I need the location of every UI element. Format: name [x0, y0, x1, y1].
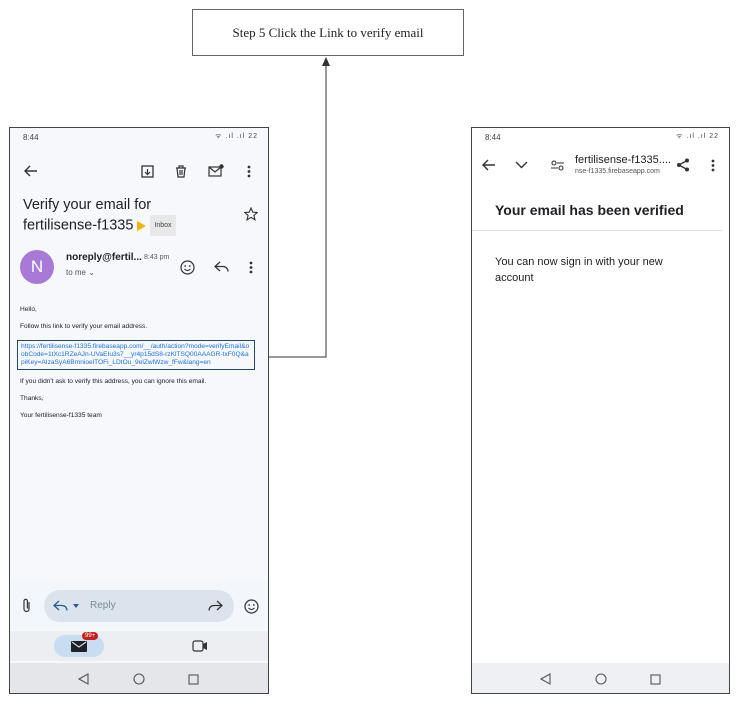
- body-greeting: Hello,: [20, 306, 37, 313]
- reply-mode-icon[interactable]: [52, 599, 82, 613]
- body-thanks: Thanks,: [20, 395, 44, 402]
- nav-recents-icon[interactable]: [648, 672, 662, 686]
- page-title[interactable]: fertilisense-f1335....: [575, 154, 671, 166]
- nav-recents-icon[interactable]: [186, 672, 200, 686]
- reply-placeholder: Reply: [90, 600, 116, 611]
- archive-icon[interactable]: [138, 162, 156, 180]
- mark-unread-icon[interactable]: [206, 161, 226, 179]
- reply-icon[interactable]: [212, 258, 230, 276]
- verification-message: You can now sign in with your new accoun…: [495, 256, 663, 284]
- back-arrow-icon[interactable]: [22, 162, 40, 180]
- importance-marker-icon: [137, 220, 147, 231]
- subject-line-1: Verify your email for: [23, 197, 152, 213]
- browser-phone-screen: 8:44 ᯤ .ıl .ıl 22 fertilisense-f1335....…: [471, 127, 730, 694]
- heading-divider: [472, 230, 722, 231]
- status-time: 8:44: [23, 133, 39, 142]
- star-icon[interactable]: [242, 205, 260, 223]
- status-system-icons: ᯤ .ıl .ıl 22: [676, 133, 719, 140]
- emoji-reaction-icon[interactable]: [178, 258, 196, 276]
- subject-line-2: fertilisense-f1335: [23, 217, 134, 234]
- gmail-phone-screen: 8:44 ᯤ .ıl .ıl 22 Verify your email for …: [9, 127, 269, 694]
- meet-video-icon[interactable]: [190, 638, 210, 654]
- mail-icon: [70, 639, 88, 653]
- email-subject: Verify your email for fertilisense-f1335…: [23, 196, 176, 236]
- body-instruction: Follow this link to verify your email ad…: [20, 323, 148, 330]
- body-signature: Your fertilisense-f1335 team: [20, 412, 102, 419]
- unread-count-badge: 99+: [82, 632, 99, 640]
- emoji-icon[interactable]: [242, 597, 260, 615]
- email-body: Hello, Follow this link to verify your e…: [17, 306, 260, 429]
- forward-icon[interactable]: [206, 598, 224, 614]
- verification-link[interactable]: https://fertilisense-f1335.firebaseapp.c…: [21, 343, 249, 366]
- message-more-icon[interactable]: [244, 258, 258, 276]
- bottom-navigation: 99+: [10, 631, 268, 661]
- status-bar: 8:44 ᯤ .ıl .ıl 22: [10, 128, 268, 146]
- verification-heading: Your email has been verified: [495, 202, 684, 218]
- site-settings-icon[interactable]: [549, 157, 565, 173]
- page-url: nse-f1335.firebaseapp.com: [575, 168, 660, 175]
- sender-name[interactable]: noreply@fertil...: [66, 252, 142, 263]
- back-arrow-icon[interactable]: [480, 156, 498, 174]
- status-time: 8:44: [485, 133, 501, 142]
- share-icon[interactable]: [674, 156, 692, 174]
- attachment-icon[interactable]: [18, 596, 34, 614]
- nav-home-icon[interactable]: [132, 672, 146, 686]
- status-system-icons: ᯤ .ıl .ıl 22: [215, 133, 258, 140]
- system-navigation-bar: [472, 663, 729, 693]
- nav-back-icon[interactable]: [538, 672, 552, 686]
- status-bar: 8:44 ᯤ .ıl .ıl 22: [472, 128, 729, 146]
- sent-time: 8:43 pm: [144, 254, 170, 261]
- more-options-icon[interactable]: [242, 162, 256, 180]
- verification-link-highlight: https://fertilisense-f1335.firebaseapp.c…: [17, 340, 255, 370]
- collapse-chevron-icon[interactable]: [512, 156, 530, 174]
- inbox-label[interactable]: Inbox: [150, 215, 176, 236]
- system-navigation-bar: [10, 663, 268, 693]
- avatar-letter: N: [30, 257, 44, 276]
- sender-avatar[interactable]: N: [20, 250, 54, 284]
- nav-back-icon[interactable]: [76, 672, 90, 686]
- to-me-label: to me: [66, 268, 87, 277]
- nav-home-icon[interactable]: [594, 672, 608, 686]
- recipient-details[interactable]: to me ⌄: [66, 268, 95, 277]
- more-options-icon[interactable]: [706, 156, 720, 174]
- body-ignore-note: If you didn't ask to verify this address…: [20, 378, 207, 385]
- reply-bar: Reply: [10, 580, 268, 630]
- delete-icon[interactable]: [172, 162, 190, 180]
- chevron-down-icon: ⌄: [88, 268, 95, 277]
